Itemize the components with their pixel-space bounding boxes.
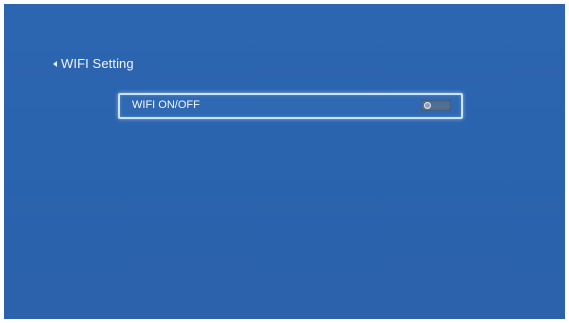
wifi-toggle-row[interactable]: WIFI ON/OFF	[118, 93, 463, 119]
page-header[interactable]: WIFI Setting	[53, 56, 134, 71]
tv-settings-screen: WIFI Setting WIFI ON/OFF	[4, 4, 565, 319]
wifi-toggle-switch[interactable]	[421, 100, 451, 111]
chevron-left-icon[interactable]	[53, 60, 57, 67]
wifi-toggle-label: WIFI ON/OFF	[132, 99, 200, 111]
toggle-knob	[424, 102, 431, 109]
page-title: WIFI Setting	[61, 56, 134, 71]
